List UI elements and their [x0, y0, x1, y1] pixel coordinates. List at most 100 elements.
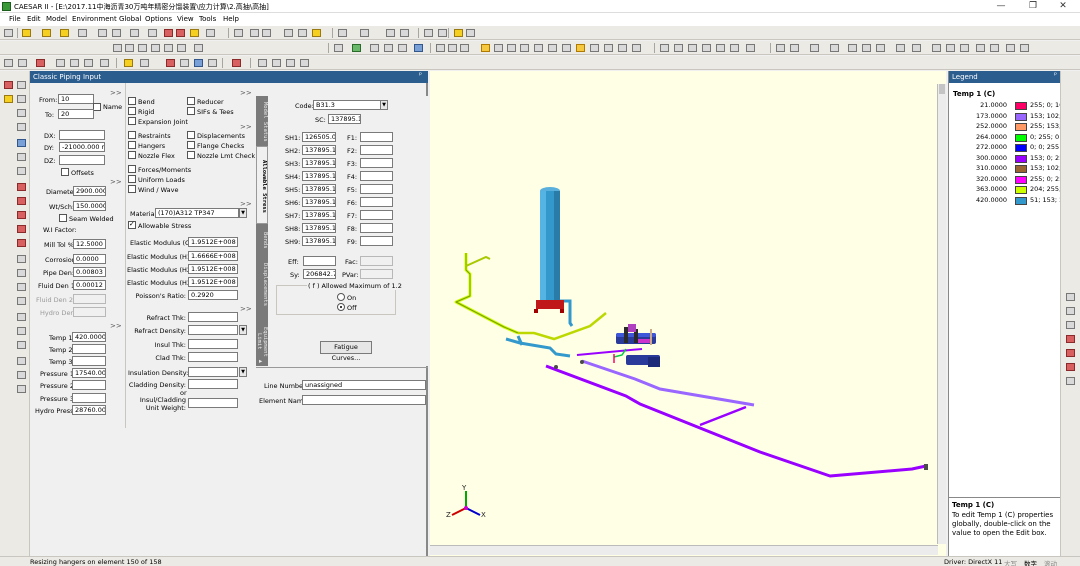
model-viewport[interactable]: Y X Z: [430, 71, 946, 556]
supports-icon[interactable]: [960, 44, 969, 52]
elastic-modulus-h2-field[interactable]: 1.9512E+008: [188, 264, 238, 274]
unit-weight-field[interactable]: [188, 398, 238, 408]
restraints-icon[interactable]: [896, 44, 905, 52]
input-icon[interactable]: [4, 59, 13, 67]
right-tool-2-icon[interactable]: [1066, 307, 1075, 315]
sh-field[interactable]: 137895.14': [302, 184, 336, 194]
next-element-icon[interactable]: [17, 81, 26, 89]
expand-icon[interactable]: >>: [110, 322, 122, 330]
close-button[interactable]: ✕: [1050, 0, 1076, 13]
tile-icon[interactable]: [360, 29, 369, 37]
list-icon[interactable]: [130, 29, 139, 37]
paste-icon[interactable]: [177, 44, 186, 52]
top-view-icon[interactable]: [688, 44, 697, 52]
break-icon[interactable]: [60, 29, 69, 37]
rigid-tool-icon[interactable]: [17, 139, 26, 147]
minimize-button[interactable]: —: [988, 0, 1014, 13]
f-field[interactable]: [360, 132, 393, 142]
refract-density-field[interactable]: [188, 325, 238, 335]
dz-field[interactable]: [59, 155, 105, 165]
sifs-checkbox[interactable]: [187, 107, 195, 115]
bend-checkbox[interactable]: [128, 97, 136, 105]
uniform-loads-checkbox[interactable]: [128, 175, 136, 183]
legend-row[interactable]: 252.0000 255; 153; 102: [957, 122, 1061, 132]
right-tool-7-icon[interactable]: [1066, 377, 1075, 385]
f-field[interactable]: [360, 184, 393, 194]
left-view-icon[interactable]: [716, 44, 725, 52]
nozzle-tool-icon[interactable]: [17, 211, 26, 219]
expansion-joint-checkbox[interactable]: [128, 117, 136, 125]
legend-row[interactable]: 272.0000 0; 0; 255: [957, 143, 1061, 153]
pipe-element-icon[interactable]: [4, 95, 13, 103]
find-element-icon[interactable]: [17, 109, 26, 117]
pipe-den-field[interactable]: 0.00803: [73, 267, 106, 277]
insert-icon[interactable]: [42, 29, 51, 37]
legend-row[interactable]: 173.0000 153; 102; 255: [957, 112, 1061, 122]
refract-dropdown-icon[interactable]: ▼: [239, 325, 247, 335]
allowable-stress-checkbox[interactable]: [128, 220, 136, 229]
save-file-icon[interactable]: [138, 44, 147, 52]
sifs-icon[interactable]: [976, 44, 985, 52]
flange-tool-icon[interactable]: [17, 283, 26, 291]
fatigue-curves-button[interactable]: Fatigue Curves...: [320, 341, 372, 362]
maximize-button[interactable]: ❐: [1020, 0, 1046, 13]
tab-allowable-stress[interactable]: Allowable Stress: [256, 146, 268, 224]
legend-row[interactable]: 310.0000 153; 102; 51: [957, 164, 1061, 174]
plot-icon[interactable]: [424, 29, 433, 37]
forces-moments-checkbox[interactable]: [128, 165, 136, 173]
dynamic-icon[interactable]: [56, 59, 65, 67]
graph-tool-icon[interactable]: [17, 371, 26, 379]
insul-thk-field[interactable]: [188, 339, 238, 349]
dimension-icon[interactable]: [414, 44, 423, 52]
sh-field[interactable]: 137895.14': [302, 236, 336, 246]
render-center-icon[interactable]: [590, 44, 599, 52]
zoom-out-icon[interactable]: [448, 44, 457, 52]
duplicate-icon[interactable]: [78, 29, 87, 37]
open-icon[interactable]: [125, 44, 134, 52]
rigid-checkbox[interactable]: [128, 107, 136, 115]
legend-row[interactable]: 21.0000 255; 0; 102: [957, 101, 1061, 111]
refract-thk-field[interactable]: [188, 312, 238, 322]
legend-row[interactable]: 264.0000 0; 255; 0: [957, 133, 1061, 143]
wind-wave-checkbox[interactable]: [128, 185, 136, 193]
line-number-field[interactable]: unassigned: [302, 380, 426, 390]
element-icon[interactable]: [164, 29, 173, 37]
clad-thk-field[interactable]: [188, 352, 238, 362]
f-field[interactable]: [360, 158, 393, 168]
layout-bottom-icon[interactable]: [300, 59, 309, 67]
right-tool-6-icon[interactable]: [1066, 363, 1075, 371]
elastic-modulus-h1-field[interactable]: 1.6666E+008: [188, 251, 238, 261]
elastic-modulus-c-field[interactable]: 1.9512E+008: [188, 237, 238, 247]
print-element-icon[interactable]: [100, 59, 109, 67]
temp2-field[interactable]: [72, 344, 106, 354]
results-icon[interactable]: [398, 44, 407, 52]
tee-icon[interactable]: [312, 29, 321, 37]
offset-tool-icon[interactable]: [17, 297, 26, 305]
valve-icon[interactable]: [234, 29, 243, 37]
config-icon[interactable]: [208, 59, 217, 67]
sh-field[interactable]: 126505.00(: [302, 132, 336, 142]
f-field[interactable]: [360, 236, 393, 246]
code-dropdown-icon[interactable]: ▼: [380, 100, 388, 110]
select-group-icon[interactable]: [562, 44, 571, 52]
force-tool-icon[interactable]: [17, 225, 26, 233]
measure-tool-icon[interactable]: [17, 385, 26, 393]
displacements-checkbox[interactable]: [187, 131, 195, 139]
zoom-in-icon[interactable]: [436, 44, 445, 52]
right-view-icon[interactable]: [730, 44, 739, 52]
expand-icon[interactable]: >>: [240, 123, 252, 131]
menu-edit[interactable]: Edit: [27, 15, 41, 23]
menu-environment[interactable]: Environment: [72, 15, 117, 23]
shading-icon[interactable]: [632, 44, 641, 52]
hanger-design-icon[interactable]: [232, 59, 241, 67]
dy-field[interactable]: -21000.000 mm: [59, 142, 105, 152]
materials-icon[interactable]: [876, 44, 885, 52]
wind-icon[interactable]: [1006, 44, 1015, 52]
layout-left-icon[interactable]: [272, 59, 281, 67]
legend-row[interactable]: 363.0000 204; 255; 0: [957, 185, 1061, 195]
walk-icon[interactable]: [507, 44, 516, 52]
offsets-checkbox[interactable]: [61, 168, 69, 176]
viewport-horizontal-scrollbar[interactable]: [430, 545, 938, 555]
sy-field[interactable]: 206842.70:: [303, 269, 336, 279]
reducer-tool-icon[interactable]: [17, 167, 26, 175]
